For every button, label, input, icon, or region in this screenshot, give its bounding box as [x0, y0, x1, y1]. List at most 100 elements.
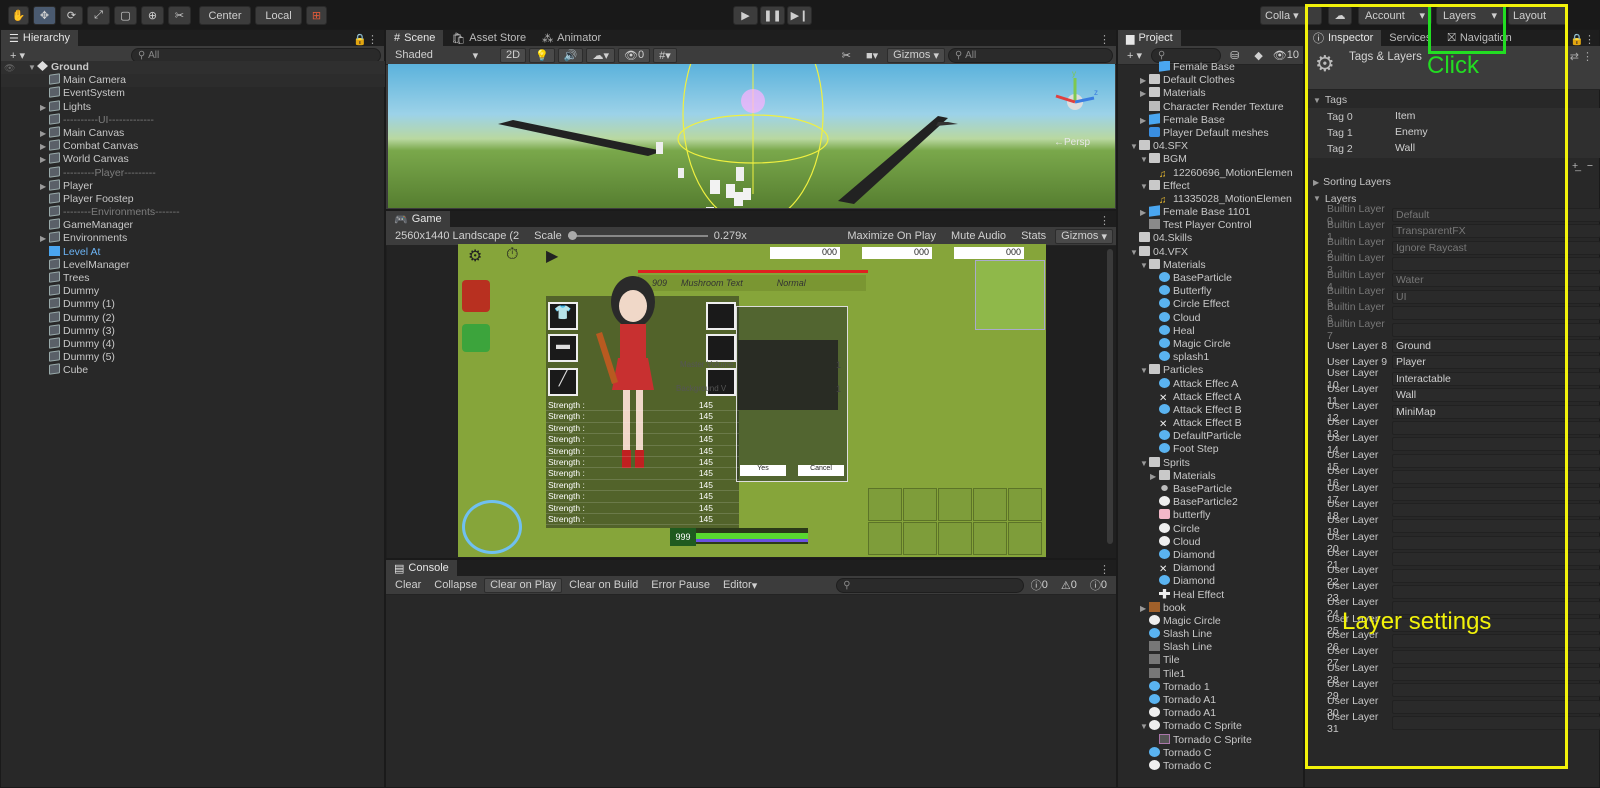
error-pause-toggle[interactable]: Error Pause [645, 578, 716, 593]
foldout-arrow-icon[interactable]: ▶ [1140, 87, 1149, 100]
hierarchy-item[interactable]: Dummy (3) [1, 323, 386, 338]
project-item[interactable]: Foot Step [1118, 443, 1305, 456]
project-item[interactable]: ✕ Attack Effect B [1118, 417, 1305, 430]
play-game-icon[interactable]: ▶ [546, 246, 558, 266]
inventory-slot[interactable] [938, 522, 972, 555]
foldout-arrow-icon[interactable]: ▶ [40, 232, 49, 245]
foldout-arrow-icon[interactable]: ▶ [1140, 114, 1149, 127]
project-item[interactable]: Cloud [1118, 311, 1305, 325]
red-item-icon[interactable] [462, 280, 490, 312]
tab-game[interactable]: 🎮 Game [386, 211, 450, 227]
project-item[interactable]: ♫ 12260696_MotionElemen [1118, 167, 1305, 180]
foldout-arrow-icon[interactable]: ▼ [1130, 140, 1139, 153]
tab-scene[interactable]: # Scene [386, 30, 444, 46]
game-menu-icon[interactable]: ⋮ [1099, 214, 1116, 227]
rotate-tool-icon[interactable]: ⟳ [60, 6, 83, 25]
project-item[interactable]: Heal Effect [1118, 588, 1305, 602]
tab-animator[interactable]: ⁂ Animator [534, 30, 609, 46]
project-item[interactable]: Character Render Texture [1118, 100, 1305, 114]
grid-icon[interactable]: #▾ [653, 47, 677, 63]
project-item[interactable]: Attack Effec A [1118, 377, 1305, 391]
play-button[interactable]: ▶ [733, 6, 758, 25]
foldout-arrow-icon[interactable]: ▶ [40, 180, 49, 193]
project-item[interactable]: ▼ BGM [1118, 153, 1305, 166]
game-gizmos-dropdown[interactable]: Gizmos ▾ [1055, 228, 1113, 244]
project-item[interactable]: Circle Effect [1118, 298, 1305, 311]
project-item[interactable]: ▼ Materials [1118, 258, 1305, 272]
inventory-slot[interactable] [903, 522, 937, 555]
project-item[interactable]: Magic Circle [1118, 337, 1305, 351]
project-item[interactable]: ▶ Female Base 1101 [1118, 205, 1305, 219]
clear-on-build-toggle[interactable]: Clear on Build [563, 578, 644, 593]
game-view[interactable]: ⚙ ⏱ ▶ 000 000 000 909 Mushroom Text Normal… [458, 244, 1046, 557]
foldout-arrow-icon[interactable]: ▶ [1140, 74, 1149, 87]
foldout-arrow-icon[interactable]: ▶ [40, 140, 49, 153]
project-item[interactable]: ▼ Tornado C Sprite [1118, 720, 1305, 733]
yes-button[interactable]: Yes [740, 465, 786, 476]
scale-tool-icon[interactable]: ⤢ [87, 6, 110, 25]
project-item[interactable]: ▼ 04.SFX [1118, 140, 1305, 153]
pivot-center-button[interactable]: Center [199, 6, 251, 25]
error-count-toggle[interactable]: ⓘ 0 [1084, 578, 1113, 593]
info-count-toggle[interactable]: ⓘ 0 [1025, 578, 1054, 593]
foldout-arrow-icon[interactable]: ▼ [1140, 259, 1149, 272]
helmet-slot[interactable] [706, 302, 736, 330]
cancel-button[interactable]: Cancel [798, 465, 844, 476]
settings-icon[interactable]: ⇄ ⋮ [1570, 50, 1593, 63]
pivot-local-button[interactable]: Local [255, 6, 302, 25]
step-button[interactable]: ▶❙ [787, 6, 812, 25]
tab-project[interactable]: ▆ Project [1118, 30, 1181, 46]
hierarchy-item[interactable]: Dummy (2) [1, 310, 386, 325]
foldout-arrow-icon[interactable]: ▼ [28, 61, 37, 74]
project-item[interactable]: Heal [1118, 324, 1305, 338]
project-item[interactable]: Tornado C [1118, 759, 1305, 773]
project-item[interactable]: DefaultParticle [1118, 430, 1305, 443]
project-item[interactable]: ▼ 04.VFX [1118, 245, 1305, 259]
project-item[interactable]: Tornado A1 [1118, 694, 1305, 707]
foldout-arrow-icon[interactable]: ▼ [1140, 457, 1149, 470]
project-item[interactable]: Tornado 1 [1118, 680, 1305, 694]
resolution-dropdown[interactable]: 2560x1440 Landscape (2 [389, 229, 525, 244]
scene-search-input[interactable]: ⚲ All [948, 47, 1113, 63]
project-item[interactable]: Cloud [1118, 535, 1305, 549]
editor-dropdown[interactable]: Editor ▾ [717, 578, 763, 593]
rect-tool-icon[interactable]: ▢ [114, 6, 137, 25]
hierarchy-item[interactable]: ▶ Environments [1, 231, 386, 245]
project-item[interactable]: BaseParticle [1118, 483, 1305, 496]
project-item[interactable]: Player Default meshes [1118, 126, 1305, 140]
tab-hierarchy[interactable]: ☰ Hierarchy [1, 30, 78, 46]
inventory-slot[interactable] [1008, 488, 1042, 521]
inventory-slot[interactable] [973, 488, 1007, 521]
hierarchy-item[interactable]: Dummy (1) [1, 297, 386, 311]
project-item[interactable]: ▶ book [1118, 601, 1305, 615]
project-item[interactable]: ▶ Materials [1118, 469, 1305, 483]
orientation-gizmo[interactable]: yz [1050, 68, 1100, 126]
console-search-input[interactable]: ⚲ [836, 577, 1024, 593]
inventory-slot[interactable] [868, 522, 902, 555]
game-scrollbar[interactable] [1107, 249, 1113, 544]
project-item[interactable]: 04.Skills [1118, 232, 1305, 245]
armor-slot[interactable]: 👕 [548, 302, 578, 330]
project-item[interactable]: ♫ 11335028_MotionElemen [1118, 193, 1305, 206]
project-item[interactable]: ▼ Effect [1118, 179, 1305, 193]
inventory-slot[interactable] [868, 488, 902, 521]
project-item[interactable]: Diamond [1118, 548, 1305, 562]
hierarchy-item[interactable]: ---------Player--------- [1, 165, 386, 180]
hierarchy-item[interactable]: Trees [1, 271, 386, 285]
green-item-icon[interactable] [462, 324, 490, 352]
inventory-slot[interactable] [1008, 522, 1042, 555]
project-item[interactable]: ▶ Materials [1118, 87, 1305, 100]
foldout-arrow-icon[interactable]: ▶ [1140, 206, 1149, 219]
foldout-arrow-icon[interactable]: ▼ [1140, 364, 1149, 377]
project-item[interactable]: ✕ Diamond [1118, 562, 1305, 575]
move-tool-icon[interactable]: ✥ [33, 6, 56, 25]
hierarchy-item[interactable]: Level At [1, 245, 386, 259]
warning-count-toggle[interactable]: ⚠ 0 [1055, 578, 1083, 593]
project-item[interactable]: ▼ Sprits [1118, 456, 1305, 470]
inventory-slot[interactable] [973, 522, 1007, 555]
project-item[interactable]: Tornado A1 [1118, 707, 1305, 720]
hierarchy-item[interactable]: ▶ Player [1, 178, 386, 193]
timer-icon[interactable]: ⏱ [506, 246, 518, 264]
inventory-slot[interactable] [903, 488, 937, 521]
tools-icon[interactable]: ✂ [836, 48, 857, 63]
